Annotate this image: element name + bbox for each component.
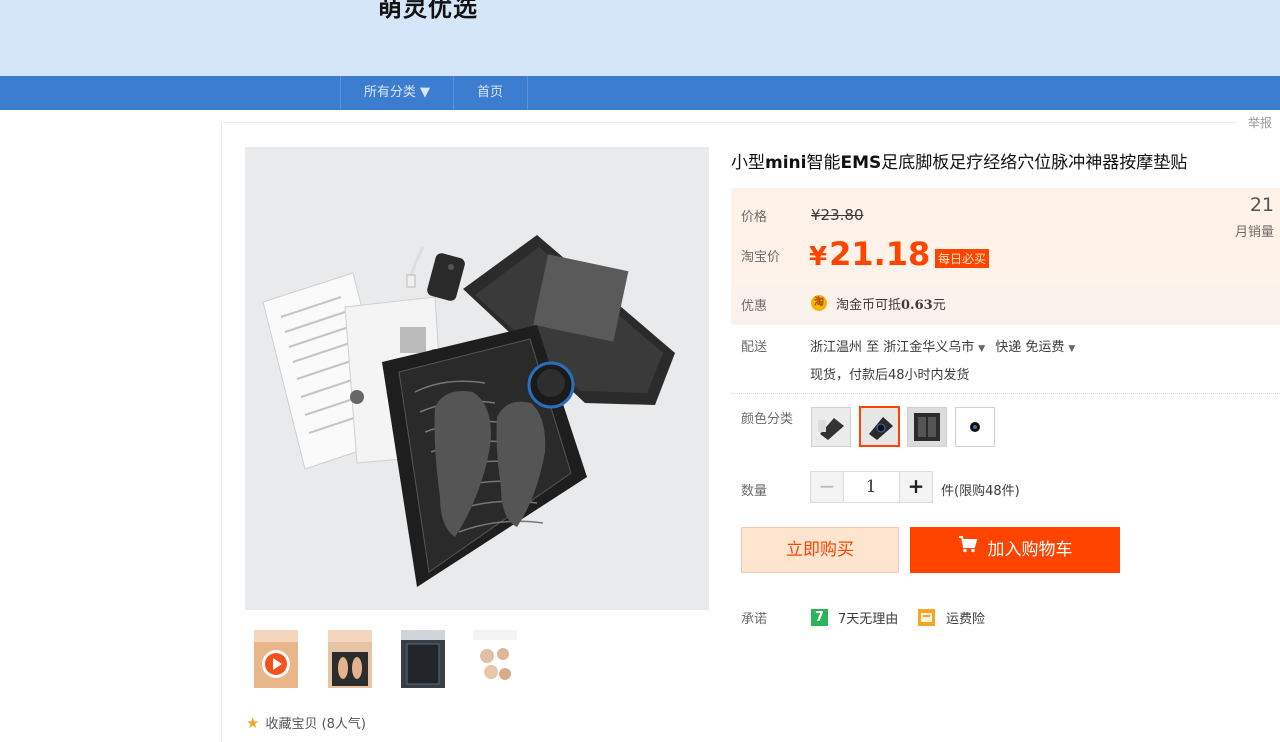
- delivery-route: 浙江温州 至 浙江金华义乌市 ▼ 快递 免运费 ▼: [810, 336, 1085, 355]
- video-thumbnail-image: [254, 630, 298, 688]
- seven-day-return-text[interactable]: 7天无理由: [838, 608, 898, 627]
- section-divider: [731, 393, 1280, 394]
- color-label: 颜色分类: [741, 412, 794, 427]
- frame-divider: [221, 122, 1236, 123]
- offer-text: 淘金币可抵0.63元: [836, 294, 946, 313]
- caret-down-icon: ▼: [1068, 344, 1076, 354]
- shipping-insurance-icon: [918, 609, 935, 626]
- offer-prefix: 淘金币可抵: [836, 298, 902, 313]
- quantity-increase-button[interactable]: +: [899, 471, 933, 503]
- monthly-sales-label: 月销量: [1234, 225, 1274, 240]
- color-swatch-4[interactable]: [955, 407, 995, 447]
- delivery-destination: 浙江金华义乌市: [883, 340, 975, 355]
- offer-label: 优惠: [741, 299, 768, 314]
- favorite-link[interactable]: ★ 收藏宝贝 (8人气): [246, 713, 366, 732]
- swatch-3-image: [908, 408, 946, 446]
- navbar: 所有分类 ▼ 首页: [0, 76, 1280, 110]
- offer-unit: 元: [932, 298, 946, 313]
- price-panel: 价格 ¥23.80 淘宝价 ¥21.18 每日必买 21 月销量 优惠 淘 淘金…: [731, 188, 1280, 325]
- daily-must-buy-badge[interactable]: 每日必买: [935, 249, 990, 268]
- quantity-input[interactable]: 1: [843, 471, 899, 503]
- currency-symbol: ¥: [809, 242, 828, 272]
- star-icon: ★: [246, 714, 260, 732]
- taobao-price: ¥21.18: [809, 235, 930, 273]
- thumbnail-4[interactable]: [473, 630, 517, 688]
- color-swatch-1[interactable]: [811, 407, 851, 447]
- title-ems: EMS: [840, 153, 882, 173]
- swatch-4-image: [956, 408, 994, 446]
- thumbnail-3-image: [401, 630, 445, 688]
- taobao-price-label: 淘宝价: [741, 250, 781, 265]
- quantity-limit-text: 件(限购48件): [941, 484, 1020, 499]
- cart-icon: [958, 525, 978, 571]
- add-to-cart-label: 加入购物车: [987, 540, 1073, 560]
- thumbnail-3[interactable]: [401, 630, 445, 688]
- thumbnail-2[interactable]: [328, 630, 372, 688]
- frame-divider-left: [221, 122, 222, 742]
- title-prefix: 小型: [731, 153, 765, 173]
- quantity-decrease-button[interactable]: −: [810, 471, 844, 503]
- promise-label: 承诺: [741, 612, 768, 627]
- quantity-label: 数量: [741, 484, 768, 499]
- title-smart: 智能: [806, 153, 841, 173]
- color-swatch-3[interactable]: [907, 407, 947, 447]
- delivery-note: 现货，付款后48小时内发货: [810, 368, 970, 383]
- report-link[interactable]: 举报: [1248, 114, 1272, 131]
- thumbnail-video[interactable]: [254, 630, 298, 688]
- caret-down-icon: ▼: [978, 344, 986, 354]
- shipping-insurance-text[interactable]: 运费险: [946, 608, 985, 627]
- thumbnail-2-image: [328, 630, 372, 688]
- shop-header: 萌灵优选: [0, 0, 1280, 76]
- add-to-cart-button[interactable]: 加入购物车: [910, 527, 1120, 573]
- offer-amount: 0.63: [901, 298, 933, 313]
- thumbnail-4-image: [473, 630, 517, 688]
- offer-row: 优惠 淘 淘金币可抵0.63元: [731, 284, 1280, 324]
- delivery-from: 浙江温州 至: [810, 340, 880, 355]
- buy-now-button[interactable]: 立即购买: [741, 527, 899, 573]
- monthly-sales-count: 21: [1249, 194, 1274, 216]
- title-mini: mini: [765, 153, 807, 173]
- delivery-method-select[interactable]: 快递 免运费 ▼: [995, 340, 1085, 355]
- product-title: 小型mini智能EMS足底脚板足疗经络穴位脉冲神器按摩垫贴: [731, 148, 1187, 173]
- delivery-label: 配送: [741, 340, 768, 355]
- price-label: 价格: [741, 210, 768, 225]
- product-photo: [245, 147, 709, 610]
- swatch-1-image: [812, 408, 850, 446]
- delivery-destination-select[interactable]: 浙江金华义乌市 ▼: [883, 340, 995, 355]
- seven-day-return-icon: 7: [811, 609, 828, 626]
- swatch-2-image: [861, 408, 898, 445]
- taobao-price-value: 21.18: [829, 235, 931, 273]
- main-product-image[interactable]: [245, 147, 709, 610]
- shop-name[interactable]: 萌灵优选: [378, 0, 478, 23]
- nav-all-categories[interactable]: 所有分类 ▼: [340, 76, 454, 110]
- taobao-coin-icon: 淘: [811, 295, 827, 311]
- nav-home[interactable]: 首页: [453, 76, 528, 110]
- title-rest: 足底脚板足疗经络穴位脉冲神器按摩垫贴: [881, 153, 1188, 173]
- color-swatch-2-selected[interactable]: [859, 406, 900, 447]
- delivery-method: 快递 免运费: [995, 340, 1065, 355]
- original-price: ¥23.80: [811, 206, 864, 224]
